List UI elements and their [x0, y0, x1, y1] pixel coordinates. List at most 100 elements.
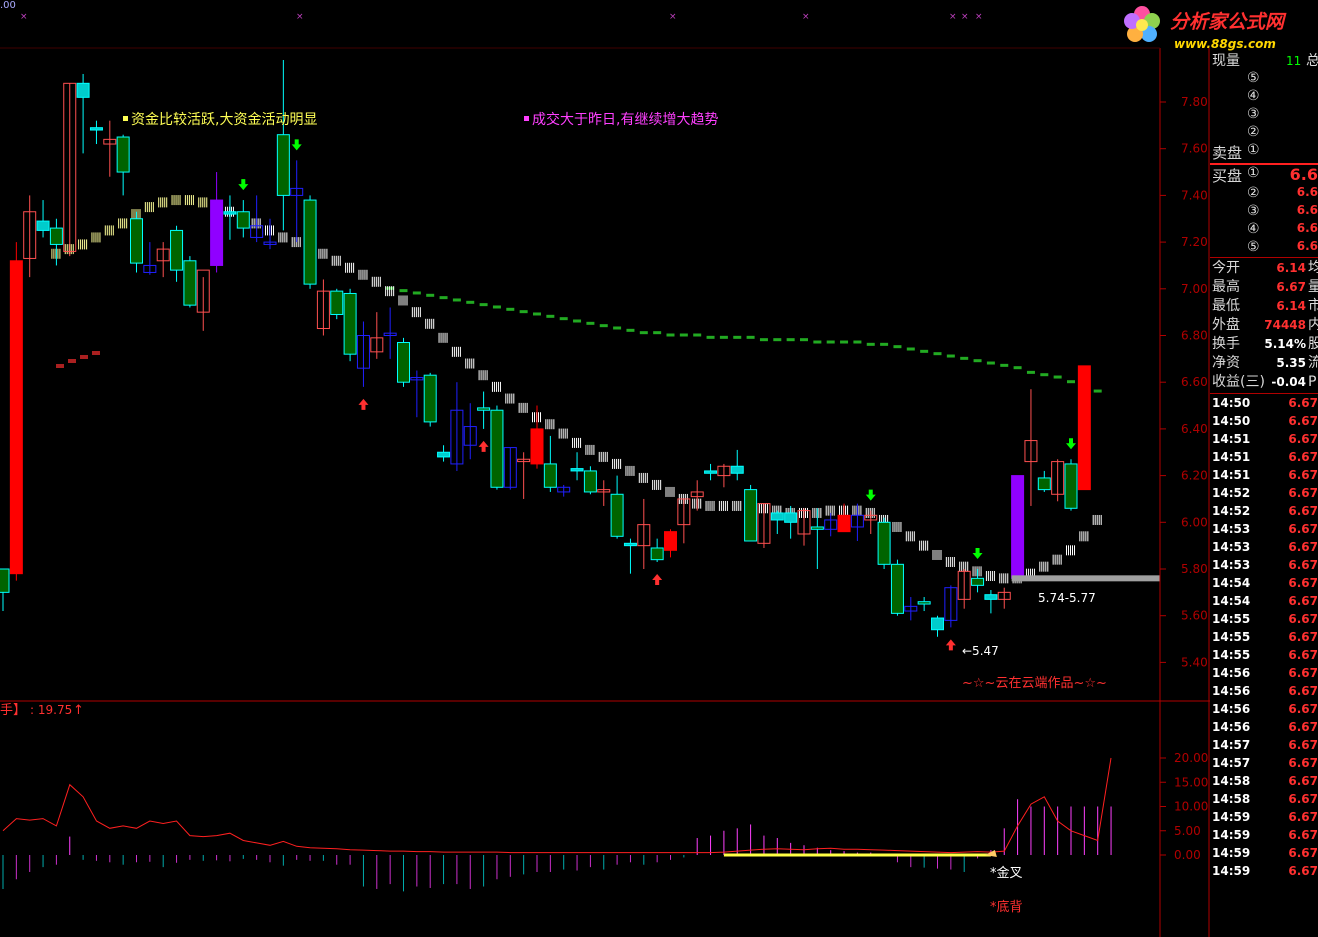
ma-stripe	[1039, 561, 1041, 572]
ma-long-point	[479, 303, 488, 307]
candle	[917, 597, 931, 612]
tick-row: 14:53 6.67	[1210, 538, 1318, 556]
tick-price: 6.67	[1288, 738, 1318, 752]
ma-long-point	[533, 312, 541, 316]
candle-body	[583, 470, 597, 493]
note-funds: 资金比较活跃,大资金活动明显	[131, 112, 317, 128]
ma-stripe	[656, 479, 658, 490]
ma-stripe	[764, 503, 766, 514]
ma-stripe	[553, 419, 555, 430]
ma-stripe	[324, 248, 326, 259]
stat-extra: 量	[1308, 279, 1318, 295]
ma-stripe	[175, 195, 177, 206]
ma-short-point	[665, 486, 675, 497]
ma-stripe	[473, 358, 475, 369]
ma-stripe	[206, 197, 208, 208]
ask-mark: ⑤	[1247, 70, 1260, 86]
ma-short-point	[438, 332, 448, 343]
ma-stripe	[95, 232, 97, 243]
ma-stripe	[293, 237, 295, 248]
candle	[276, 59, 290, 231]
tick-time: 14:59	[1212, 810, 1251, 824]
tick-time: 14:56	[1212, 702, 1251, 716]
ma-stripe	[660, 479, 662, 490]
candle-body	[810, 526, 824, 530]
ma-stripe	[671, 486, 673, 497]
candle-body	[437, 451, 451, 458]
ma-stripe	[854, 505, 856, 516]
ma-stripe	[371, 276, 373, 287]
candle-body	[490, 409, 504, 488]
ma-short-point	[398, 295, 408, 306]
ma-long-point	[679, 333, 688, 337]
ma-stripe	[1100, 514, 1102, 525]
ma-short-point	[451, 346, 461, 357]
ma-stripe	[480, 370, 482, 381]
stat-label: 最低	[1212, 298, 1240, 314]
ma-short-point	[585, 444, 595, 455]
candle	[1037, 470, 1051, 492]
ma-stripe	[373, 276, 375, 287]
tick-time: 14:51	[1212, 450, 1251, 464]
stat-extra: 流	[1308, 355, 1318, 371]
stat-row: 今开 6.14 均	[1210, 259, 1318, 278]
ma-long-point	[746, 335, 755, 339]
ma-short-point	[171, 195, 181, 206]
ma-stripe	[511, 393, 513, 404]
ma-stripe	[482, 370, 484, 381]
candle-body	[330, 290, 344, 315]
ma-stripe	[495, 381, 497, 392]
ma-stripe	[760, 503, 762, 514]
ma-stripe	[440, 332, 442, 343]
candle	[0, 568, 10, 612]
ma-stripe	[120, 218, 122, 229]
ma-stripe	[740, 500, 742, 511]
ma-stripe	[873, 507, 875, 518]
bid-mark: ②	[1247, 185, 1260, 201]
candle	[170, 225, 184, 282]
ma-short-point	[598, 451, 608, 462]
candle	[1051, 459, 1065, 502]
ma-stripe	[469, 358, 471, 369]
ma-stripe	[799, 507, 800, 518]
down-arrow-icon	[1066, 438, 1076, 450]
ma-long-point	[1040, 373, 1049, 377]
stat-extra: 均	[1308, 260, 1318, 276]
tick-time: 14:56	[1212, 666, 1251, 680]
logo-url: www.88gs.com	[1174, 37, 1276, 51]
ma-stripe	[415, 307, 417, 318]
ma-stripe	[532, 412, 533, 423]
ma-short-point	[625, 465, 635, 476]
candle	[824, 512, 838, 537]
ma-long-point	[1013, 366, 1022, 370]
tick-time: 14:51	[1212, 468, 1251, 482]
tick-time: 14:50	[1212, 414, 1251, 428]
ma-stripe	[84, 239, 86, 250]
candle	[397, 337, 410, 387]
stat-label: 今开	[1212, 260, 1240, 276]
buy-label: 买盘	[1212, 167, 1243, 185]
ma-stripe	[265, 225, 266, 236]
ask-mark: ②	[1247, 124, 1260, 140]
ma-stripe	[387, 286, 389, 297]
candle	[957, 569, 971, 609]
tick-row: 14:54 6.67	[1210, 592, 1318, 610]
ma-stripe	[551, 419, 553, 430]
tick-row: 14:56 6.67	[1210, 718, 1318, 736]
tick-price: 6.67	[1288, 468, 1318, 482]
ma-stripe	[78, 239, 80, 250]
candle	[1024, 389, 1038, 506]
ma-stripe	[1096, 514, 1098, 525]
candle	[677, 498, 691, 544]
candle	[477, 391, 491, 429]
svg-text:×: ×	[949, 12, 957, 22]
tick-time: 14:57	[1212, 756, 1251, 770]
ma-stripe	[518, 402, 520, 413]
ma-stripe	[358, 269, 360, 280]
bid-level: ④ 6.6	[1210, 221, 1318, 239]
ma-stripe	[985, 571, 987, 582]
ma-short-point	[558, 428, 568, 439]
indicator-tick-label: 15.00	[1174, 775, 1208, 789]
ma-stripe	[520, 402, 522, 413]
ma-long-point	[666, 333, 675, 337]
